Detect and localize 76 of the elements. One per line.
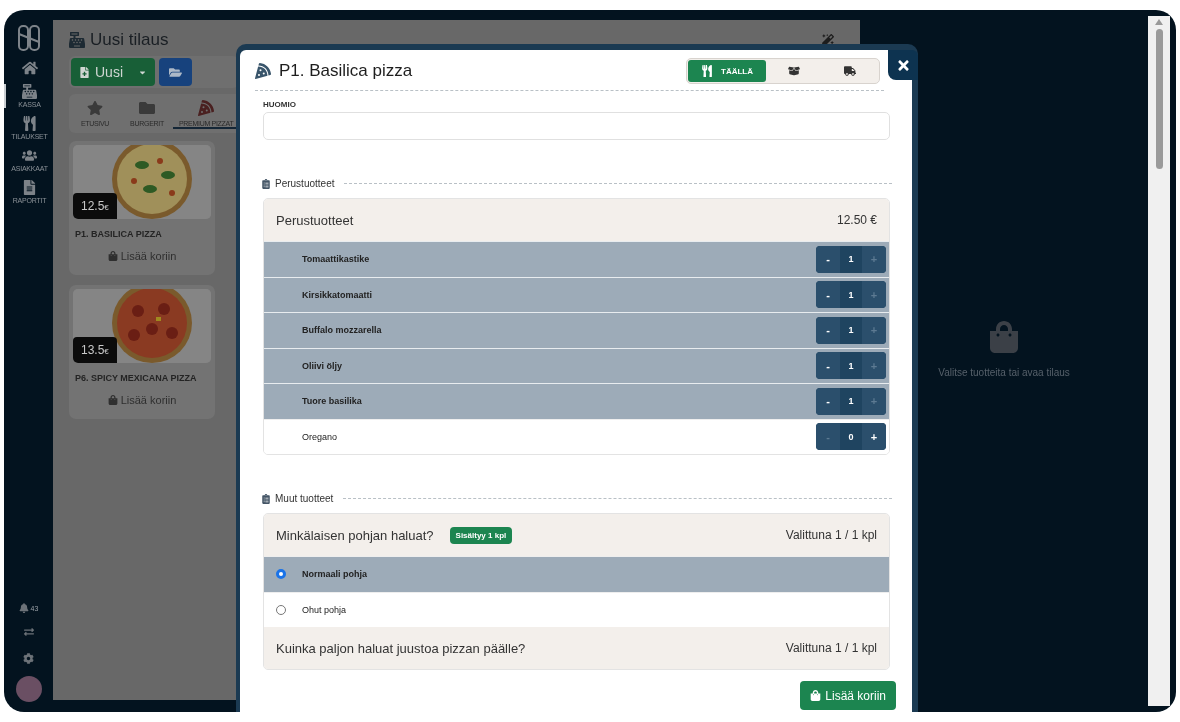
quantity-value: 1 (847, 288, 855, 302)
ingredient-row[interactable]: Oregano - 0 + (264, 418, 889, 454)
radio-button[interactable] (276, 604, 286, 615)
ingredient-row[interactable]: Oliivi öljy - 1 + (264, 347, 889, 383)
quantity-value: 1 (847, 324, 855, 338)
product-name: P1. BASILICA PIZZA (75, 229, 163, 239)
quantity-value: 1 (847, 253, 855, 267)
section-title: Perustuotteet (275, 178, 335, 189)
base-price: 12.50 € (836, 213, 877, 227)
box-icon (788, 65, 800, 77)
clipboard-icon (261, 178, 271, 189)
ingredient-row[interactable]: Buffalo mozzarella - 1 + (264, 312, 889, 348)
question-text: Kuinka paljon haluat juustoa pizzan päälle? (276, 640, 526, 656)
report-icon[interactable] (22, 180, 37, 195)
new-order-button[interactable]: Uusi (71, 58, 155, 86)
included-badge: Sisältyy 1 kpl (449, 526, 513, 544)
option-row[interactable]: Normaali pohja (264, 556, 889, 592)
scroll-up-icon[interactable] (1155, 19, 1163, 25)
add-to-cart-button[interactable]: Lisää koriin (800, 681, 896, 710)
cash-register-icon[interactable] (22, 84, 37, 99)
scroll-thumb[interactable] (1155, 29, 1163, 169)
radio-button[interactable] (276, 569, 286, 580)
service-mode-tab[interactable]: TÄÄLLÄ (688, 60, 766, 82)
quantity-value: 1 (847, 359, 855, 373)
home-icon[interactable] (21, 60, 38, 76)
decrease-button[interactable]: - (816, 245, 840, 273)
shopping-bag-icon (810, 690, 822, 701)
question-text: Minkälaisen pohjan haluat? (276, 527, 434, 543)
shopping-bag-icon (988, 320, 1020, 353)
star-icon (87, 100, 103, 116)
ingredient-row[interactable]: Kirsikkatomaatti - 1 + (264, 276, 889, 312)
decrease-button[interactable]: - (816, 387, 840, 415)
shopping-bag-icon (107, 251, 118, 261)
scrollbar[interactable] (1148, 16, 1170, 706)
truck-icon (844, 65, 856, 77)
product-card[interactable]: 13.5€ P6. SPICY MEXICANA PIZZA Lisää koriin (69, 285, 215, 419)
note-label: HUOMIO (263, 100, 297, 109)
quantity-value: 0 (847, 430, 855, 444)
open-folder-button[interactable] (159, 58, 192, 86)
product-name: P6. SPICY MEXICANA PIZZA (75, 373, 198, 383)
logo-icon (16, 24, 41, 52)
magic-wand-icon[interactable] (822, 34, 834, 46)
clipboard-icon (261, 493, 271, 504)
settings-icon[interactable] (23, 653, 34, 664)
close-button[interactable] (888, 50, 918, 80)
pizza-icon (198, 100, 215, 116)
selection-count: Valittuna 1 / 1 kpl (785, 528, 877, 542)
fork-knife-icon[interactable] (22, 116, 37, 131)
price-tag: 13.5€ (73, 337, 117, 363)
note-field[interactable] (263, 112, 890, 140)
ingredient-row[interactable]: Tuore basilika - 1 + (264, 383, 889, 419)
folder-icon (139, 100, 155, 116)
avatar[interactable] (15, 676, 42, 702)
increase-button[interactable]: + (862, 423, 886, 451)
shopping-bag-icon (107, 395, 118, 405)
transfer-icon[interactable] (23, 627, 34, 637)
decrease-button[interactable]: - (816, 281, 840, 309)
decrease-button[interactable]: - (816, 316, 840, 344)
bell-icon[interactable] (18, 603, 29, 613)
card-title: Perustuotteet (276, 212, 354, 228)
product-card[interactable]: 12.5€ P1. BASILICA PIZZA Lisää koriin (69, 141, 215, 275)
dialog-title: P1. Basilica pizza (279, 61, 413, 81)
file-plus-icon (79, 66, 90, 78)
quantity-value: 1 (847, 395, 855, 409)
fork-knife-icon (701, 65, 713, 77)
page-title: Uusi tilaus (90, 30, 169, 50)
decrease-button[interactable]: - (816, 352, 840, 380)
cash-register-icon (69, 32, 85, 48)
people-icon[interactable] (22, 148, 37, 163)
folder-open-icon (169, 65, 182, 79)
section-title: Muut tuotteet (275, 493, 334, 504)
pizza-slice-icon (255, 63, 271, 79)
empty-cart-text: Valitse tuotteita tai avaa tilaus (938, 366, 1070, 378)
ingredient-row[interactable]: Tomaattikastike - 1 + (264, 241, 889, 277)
price-tag: 12.5€ (73, 193, 117, 219)
selection-count: Valittuna 1 / 1 kpl (785, 641, 877, 655)
